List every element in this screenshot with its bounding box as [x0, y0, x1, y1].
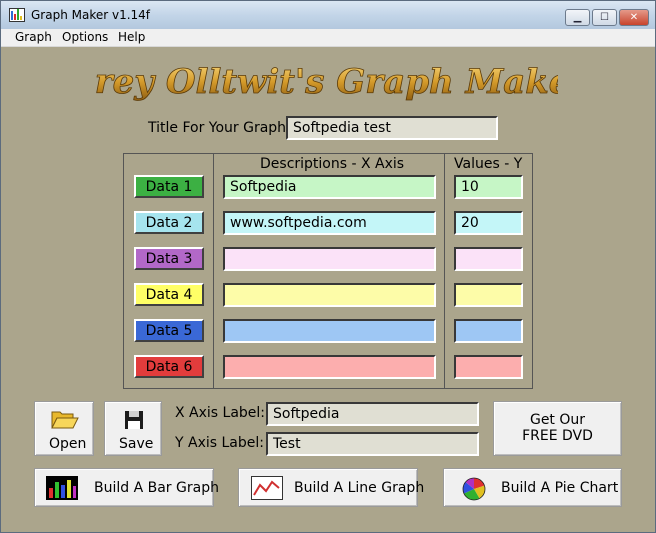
menu-options[interactable]: Options	[62, 30, 108, 44]
build-line-graph-button[interactable]: Build A Line Graph	[238, 468, 424, 507]
description-input[interactable]: Softpedia	[223, 175, 436, 199]
data-1-button[interactable]: Data 1	[134, 175, 204, 198]
menu-help[interactable]: Help	[118, 30, 145, 44]
free-dvd-button[interactable]: Get Our FREE DVD	[493, 401, 622, 456]
logo-text: Grey Olltwit's Graph Maker	[96, 62, 558, 102]
app-window: Graph Maker v1.14f ▁ ☐ ✕ Graph Options H…	[0, 0, 656, 533]
build-pie-chart-button[interactable]: Build A Pie Chart	[443, 468, 622, 507]
line-chart-icon	[251, 476, 283, 500]
dvd-line1: Get Our	[529, 412, 586, 428]
description-input[interactable]	[223, 283, 436, 307]
y-axis-label: Y Axis Label:	[175, 435, 264, 451]
build-pie-label: Build A Pie Chart	[501, 480, 619, 496]
descriptions-header: Descriptions - X Axis	[260, 156, 405, 172]
data-5-button[interactable]: Data 5	[134, 319, 204, 342]
value-input[interactable]	[454, 247, 523, 271]
build-bar-graph-button[interactable]: Build A Bar Graph	[34, 468, 219, 507]
value-input[interactable]	[454, 355, 523, 379]
data-6-button[interactable]: Data 6	[134, 355, 204, 378]
description-input[interactable]	[223, 247, 436, 271]
description-input[interactable]: www.softpedia.com	[223, 211, 436, 235]
floppy-disk-icon	[125, 411, 143, 429]
title-bar[interactable]: Graph Maker v1.14f ▁ ☐ ✕	[1, 1, 655, 29]
y-axis-input[interactable]: Test	[266, 432, 479, 456]
save-label: Save	[119, 436, 154, 452]
minimize-button[interactable]: ▁	[565, 9, 590, 26]
data-3-button[interactable]: Data 3	[134, 247, 204, 270]
value-input[interactable]	[454, 283, 523, 307]
menu-bar: Graph Options Help	[1, 29, 655, 47]
close-button[interactable]: ✕	[619, 9, 649, 26]
values-header: Values - Y	[454, 156, 523, 172]
description-input[interactable]	[223, 355, 436, 379]
dvd-line2: FREE DVD	[522, 428, 593, 444]
save-button[interactable]: Save	[104, 401, 162, 456]
value-input[interactable]: 10	[454, 175, 523, 199]
graph-title-label: Title For Your Graph:	[148, 120, 291, 136]
graph-icon	[9, 8, 25, 22]
data-2-button[interactable]: Data 2	[134, 211, 204, 234]
pie-chart-icon	[462, 477, 486, 501]
folder-open-icon	[51, 411, 79, 429]
x-axis-input[interactable]: Softpedia	[266, 402, 479, 426]
maximize-button[interactable]: ☐	[592, 9, 617, 26]
menu-graph[interactable]: Graph	[15, 30, 52, 44]
description-input[interactable]	[223, 319, 436, 343]
open-label: Open	[49, 436, 87, 452]
value-input[interactable]	[454, 319, 523, 343]
table-divider	[213, 153, 214, 389]
x-axis-label: X Axis Label:	[175, 405, 266, 421]
build-line-label: Build A Line Graph	[294, 480, 425, 496]
graph-title-input[interactable]: Softpedia test	[286, 116, 498, 140]
data-4-button[interactable]: Data 4	[134, 283, 204, 306]
open-button[interactable]: Open	[34, 401, 94, 456]
bar-chart-icon	[46, 476, 78, 500]
app-logo: Grey Olltwit's Graph Maker	[96, 62, 558, 103]
table-divider	[444, 153, 445, 389]
value-input[interactable]: 20	[454, 211, 523, 235]
window-title: Graph Maker v1.14f	[31, 8, 151, 22]
build-bar-label: Build A Bar Graph	[94, 480, 219, 496]
